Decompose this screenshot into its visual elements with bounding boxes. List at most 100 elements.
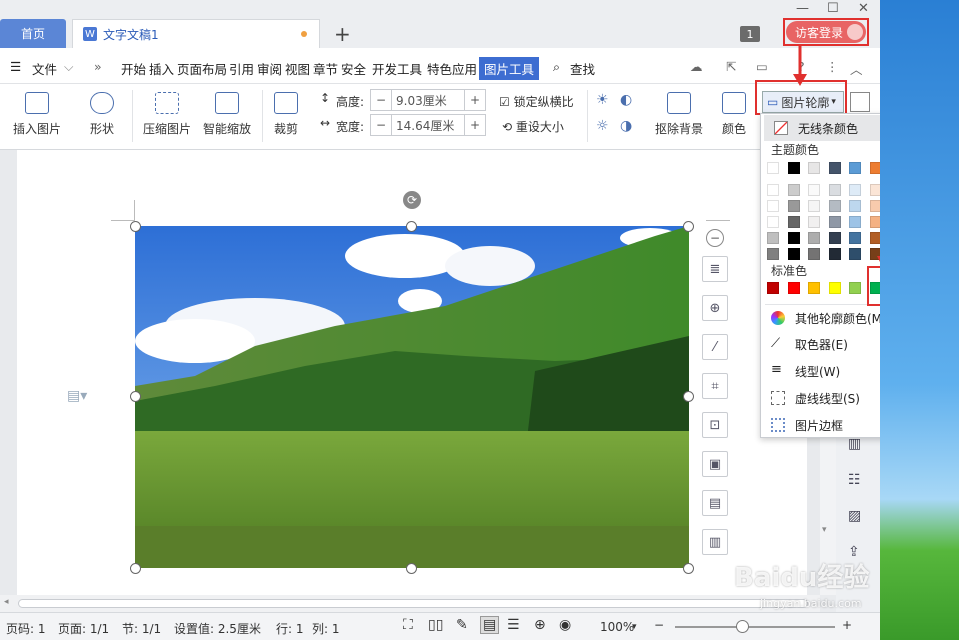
resize-handle-top-left[interactable] (130, 221, 141, 232)
width-stepper[interactable]: − 14.64厘米 + (370, 114, 486, 136)
resize-handle-left[interactable] (130, 391, 141, 402)
hamburger-icon[interactable]: ☰ (10, 59, 21, 74)
print-icon[interactable]: ▭ (756, 59, 768, 74)
status-row[interactable]: 行: 1 (276, 620, 304, 637)
horizontal-scrollbar[interactable]: ◂ (0, 595, 820, 612)
maximize-icon[interactable]: ☐ (827, 1, 839, 16)
resize-handle-top-right[interactable] (683, 221, 694, 232)
menu-developer[interactable]: 开发工具 (372, 59, 422, 78)
tab-home[interactable]: 首页 (0, 19, 66, 48)
status-setting-value[interactable]: 设置值: 2.5厘米 (174, 620, 261, 637)
contrast-icon[interactable]: ◐ (620, 92, 632, 108)
tab-document[interactable]: W 文字文稿1 (72, 19, 320, 48)
brightness-down-icon[interactable]: ☼ (596, 118, 609, 134)
zoom-in-button[interactable]: + (842, 618, 852, 632)
resize-handle-right[interactable] (683, 391, 694, 402)
smart-zoom-button[interactable]: 智能缩放 (200, 92, 254, 137)
outline-view-icon[interactable]: ☰ (507, 617, 520, 633)
translate-image-icon[interactable]: ▤ (702, 490, 728, 516)
status-column[interactable]: 列: 1 (312, 620, 340, 637)
menu-special[interactable]: 特色应用 (427, 59, 477, 78)
width-value[interactable]: 14.64厘米 (391, 115, 465, 135)
magic-wand-icon[interactable]: ⁄ (702, 334, 728, 360)
zoom-slider-track[interactable] (675, 626, 835, 628)
menu-insert[interactable]: 插入 (149, 59, 174, 78)
menu-start[interactable]: 开始 (121, 59, 146, 78)
color-button[interactable]: 颜色 (716, 92, 752, 137)
cloud-icon[interactable]: ☁ (690, 59, 703, 74)
scroll-left-icon[interactable]: ◂ (4, 597, 9, 607)
resize-handle-bottom[interactable] (406, 563, 417, 574)
menu-view[interactable]: 视图 (285, 59, 310, 78)
zoom-in-icon[interactable]: ⊕ (702, 295, 728, 321)
text-wrap-icon[interactable]: ≣ (702, 256, 728, 282)
edit-mode-icon[interactable]: ✎ (456, 617, 468, 633)
crop-button[interactable]: 裁剪 (268, 92, 304, 137)
compress-picture-button[interactable]: 压缩图片 (140, 92, 194, 137)
status-page-number[interactable]: 页码: 1 (6, 620, 46, 637)
standard-color-swatch[interactable] (787, 282, 800, 294)
standard-color-swatch[interactable] (828, 282, 841, 294)
standard-color-swatch[interactable] (849, 282, 861, 294)
expand-icon[interactable]: » (94, 59, 102, 74)
standard-color-swatch[interactable] (808, 282, 820, 294)
menu-reference[interactable]: 引用 (229, 59, 254, 78)
picture-print-icon[interactable]: ▥ (702, 529, 728, 555)
chart-icon[interactable]: ▥ (848, 436, 861, 452)
horizontal-scroll-thumb[interactable] (18, 599, 808, 608)
full-screen-icon[interactable]: ⛶ (403, 617, 413, 633)
image-to-text-icon[interactable]: ▣ (702, 451, 728, 477)
collapse-tools-icon[interactable]: − (706, 229, 724, 247)
picture-frame-icon[interactable]: ⊡ (702, 412, 728, 438)
status-pages[interactable]: 页面: 1/1 (58, 620, 109, 637)
search-icon[interactable]: ⌕ (553, 59, 560, 75)
brightness-up-icon[interactable]: ☀ (596, 92, 609, 108)
landscape-picture[interactable] (135, 226, 689, 568)
search-label[interactable]: 查找 (570, 59, 595, 78)
contrast-down-icon[interactable]: ◑ (620, 118, 632, 134)
standard-color-swatch[interactable] (767, 282, 779, 294)
read-mode-icon[interactable]: ▯▯ (428, 617, 443, 633)
page-view-icon[interactable]: ▤ (480, 616, 500, 634)
menu-picture-tools[interactable]: 图片工具 (479, 57, 540, 80)
close-icon[interactable]: ✕ (858, 1, 869, 16)
zoom-level[interactable]: 100% (600, 620, 634, 634)
rotate-handle-icon[interactable]: ⟳ (403, 191, 421, 209)
menu-security[interactable]: 安全 (341, 59, 366, 78)
shape-button[interactable]: 形状 (82, 92, 122, 137)
height-value[interactable]: 9.03厘米 (391, 90, 465, 110)
eye-protection-icon[interactable]: ◉ (559, 617, 571, 633)
window-count-badge[interactable]: 1 (740, 26, 760, 42)
crop-icon (274, 92, 298, 114)
new-tab-plus-icon[interactable]: + (334, 22, 351, 46)
plus-icon[interactable]: + (465, 93, 485, 107)
resize-handle-bottom-left[interactable] (130, 563, 141, 574)
lock-ratio-checkbox[interactable]: ☑ 锁定纵横比 (499, 93, 574, 110)
remove-background-button[interactable]: 抠除背景 (650, 92, 708, 137)
minimize-icon[interactable]: — (796, 1, 809, 16)
resize-button[interactable]: ⟲ 重设大小 (502, 118, 564, 135)
height-stepper[interactable]: − 9.03厘米 + (370, 89, 486, 111)
minus-icon[interactable]: − (371, 93, 391, 107)
paragraph-options-icon[interactable]: ▤▾ (67, 388, 87, 404)
menu-page-layout[interactable]: 页面布局 (177, 59, 227, 78)
zoom-slider-thumb[interactable] (736, 620, 749, 633)
menu-review[interactable]: 审阅 (257, 59, 282, 78)
resize-handle-bottom-right[interactable] (683, 563, 694, 574)
minus-icon[interactable]: − (371, 118, 391, 132)
insert-picture-button[interactable]: 插入图片 (8, 92, 66, 137)
share-icon[interactable]: ⇱ (726, 59, 736, 74)
scroll-down-icon[interactable]: ▾ (822, 525, 827, 535)
menu-section[interactable]: 章节 (313, 59, 338, 78)
zoom-out-icon[interactable]: − (654, 618, 664, 632)
status-section[interactable]: 节: 1/1 (122, 620, 161, 637)
web-view-icon[interactable]: ⊕ (534, 617, 546, 633)
resize-handle-top[interactable] (406, 221, 417, 232)
chevron-down-icon[interactable]: ⌵ (64, 59, 73, 75)
zoom-dropdown-icon[interactable]: ▾ (632, 622, 637, 632)
crop-tool-icon[interactable]: ⌗ (702, 373, 728, 399)
settings-sliders-icon[interactable]: ☷ (848, 472, 861, 488)
menu-file[interactable]: 文件 (32, 59, 57, 78)
image-icon[interactable]: ▨ (848, 508, 861, 524)
plus-icon[interactable]: + (465, 118, 485, 132)
